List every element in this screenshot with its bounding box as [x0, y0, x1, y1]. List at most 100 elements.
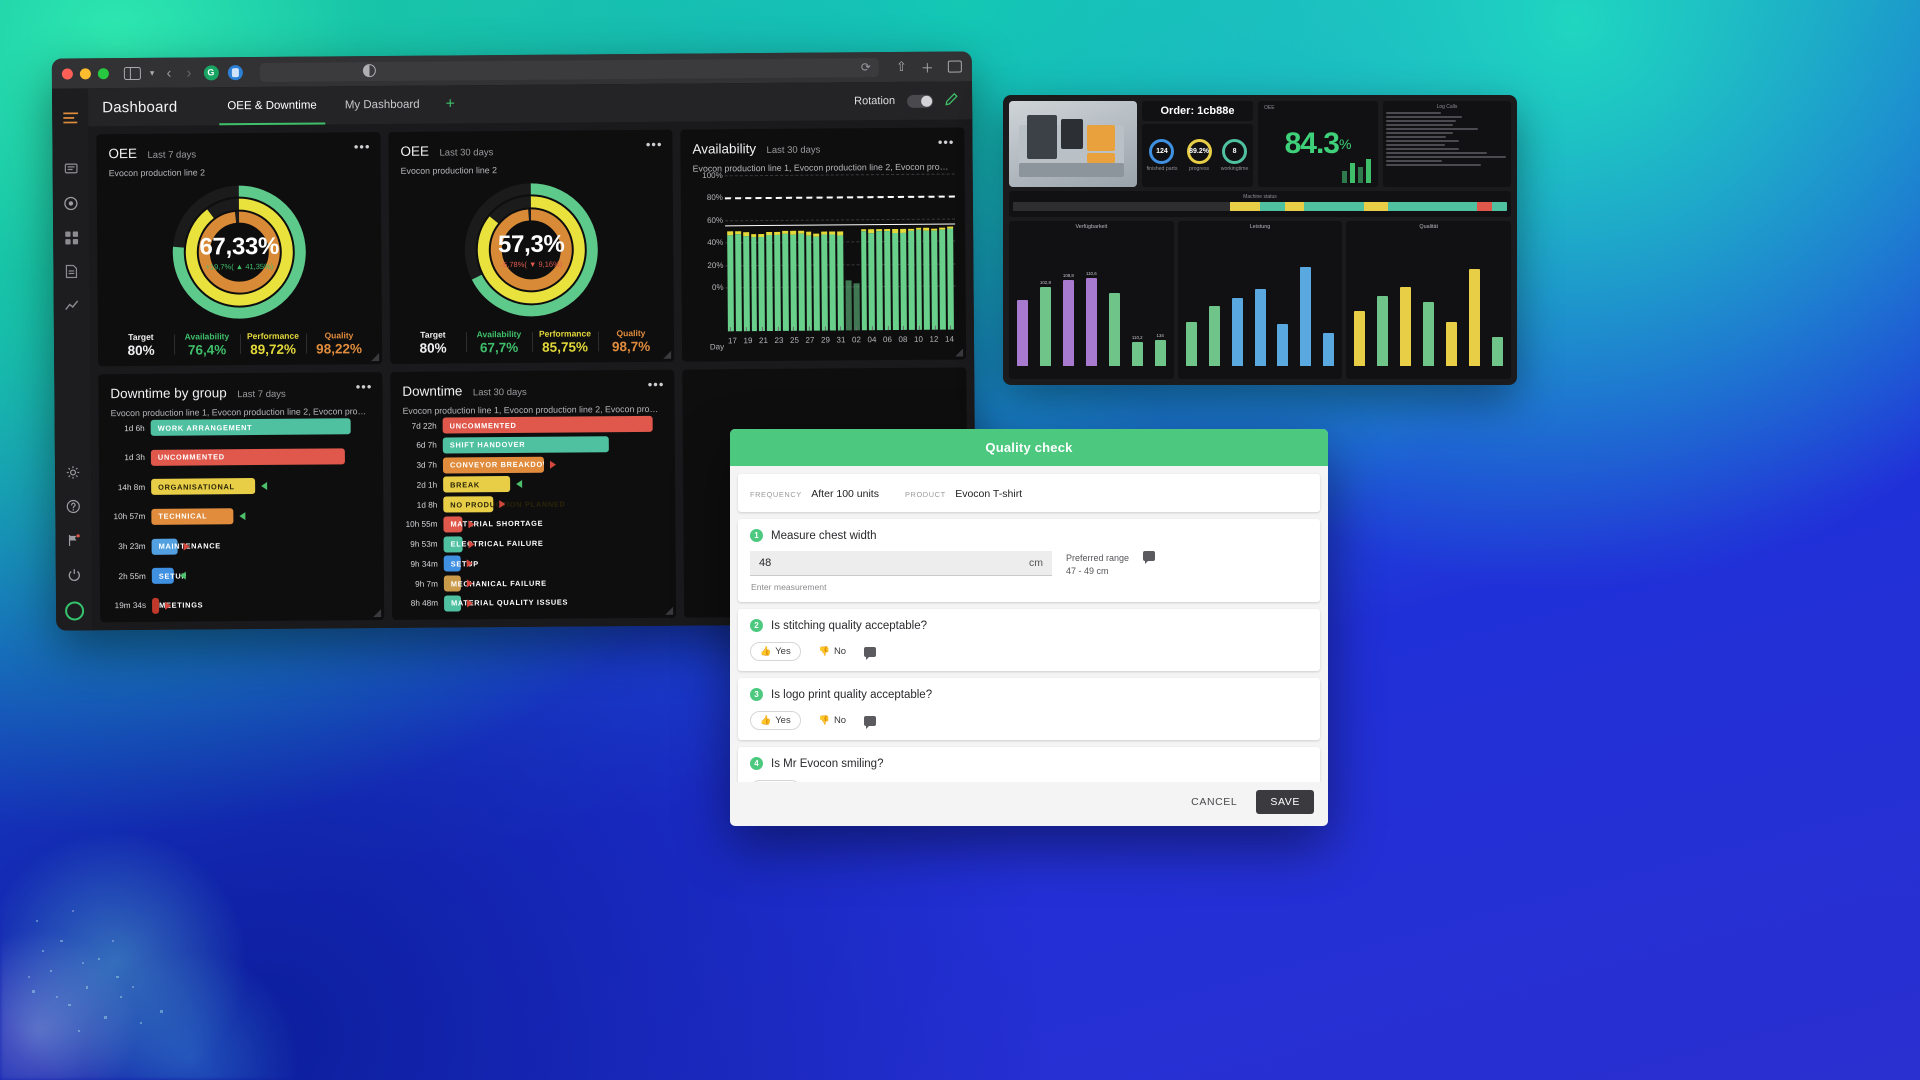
- trend-icon[interactable]: [57, 288, 87, 322]
- downtime-row[interactable]: 1d 8h NO PRODUCTION PLANNED: [399, 495, 665, 513]
- downtime-bar[interactable]: MATERIAL QUALITY ISSUES: [444, 595, 461, 611]
- availability-bar[interactable]: [900, 229, 907, 330]
- reload-icon[interactable]: ⟳: [861, 60, 871, 74]
- measurement-input[interactable]: 48 cm: [750, 551, 1052, 576]
- card-downtime-30days[interactable]: ••• Downtime Last 30 days Evocon product…: [390, 370, 676, 620]
- downtime-bar[interactable]: MEETINGS: [152, 598, 159, 614]
- availability-bar[interactable]: [892, 229, 899, 330]
- downtime-row[interactable]: 2d 1h BREAK: [399, 475, 665, 493]
- downtime-bar[interactable]: BREAK: [443, 476, 510, 493]
- availability-bar[interactable]: [774, 232, 781, 331]
- avatar[interactable]: [65, 601, 84, 620]
- downtime-bar[interactable]: UNCOMMENTED: [443, 416, 653, 434]
- availability-bar[interactable]: [876, 229, 883, 330]
- availability-bar[interactable]: [806, 232, 813, 331]
- new-tab-icon[interactable]: ＋: [921, 57, 934, 76]
- availability-bar[interactable]: [735, 232, 742, 332]
- card-oee-7days[interactable]: ••• OEE Last 7 days Evocon production li…: [96, 132, 382, 366]
- downtime-bar[interactable]: MAINTENANCE: [152, 538, 178, 554]
- downtime-row[interactable]: 10h 55m MATERIAL SHORTAGE: [399, 515, 665, 533]
- availability-bar[interactable]: [939, 228, 946, 330]
- tab-my-dashboard[interactable]: My Dashboard: [331, 86, 434, 125]
- chevron-down-icon[interactable]: ▾: [150, 67, 155, 78]
- availability-bar[interactable]: [947, 227, 954, 330]
- downtime-row[interactable]: 8h 48m MATERIAL QUALITY ISSUES: [400, 594, 666, 612]
- rotation-toggle[interactable]: [907, 94, 933, 107]
- minimize-window-button[interactable]: [80, 68, 91, 79]
- downtime-bar[interactable]: SHIFT HANDOVER: [443, 436, 609, 453]
- downtime-row[interactable]: 9h 53m ELECTRICAL FAILURE: [400, 534, 666, 552]
- gear-icon[interactable]: [58, 455, 88, 489]
- availability-bar[interactable]: [759, 234, 766, 331]
- downtime-row[interactable]: 3d 7h CONVEYOR BREAKDOWN: [399, 455, 665, 473]
- card-menu-button[interactable]: •••: [938, 138, 955, 148]
- availability-bar[interactable]: [814, 233, 821, 330]
- window-controls[interactable]: [62, 68, 109, 79]
- downtime-bar[interactable]: ELECTRICAL FAILURE: [444, 536, 463, 552]
- downtime-bar[interactable]: UNCOMMENTED: [151, 448, 345, 466]
- edit-pencil-icon[interactable]: [945, 93, 958, 109]
- measurement-field[interactable]: 48 cm Enter measurement: [750, 551, 1052, 592]
- downtime-row[interactable]: 14h 8m ORGANISATIONAL: [107, 477, 373, 495]
- downtime-row[interactable]: 1d 3h UNCOMMENTED: [107, 448, 373, 466]
- availability-bar[interactable]: [853, 283, 859, 330]
- comment-icon[interactable]: [864, 647, 876, 657]
- downtime-bar[interactable]: MECHANICAL FAILURE: [444, 576, 461, 592]
- availability-bar[interactable]: [924, 228, 931, 330]
- downtime-row[interactable]: 10h 57m TECHNICAL: [107, 507, 373, 525]
- card-resize-handle[interactable]: [663, 351, 671, 359]
- extension-icon[interactable]: [227, 65, 242, 80]
- availability-bar[interactable]: [782, 231, 789, 331]
- help-icon[interactable]: [58, 489, 88, 523]
- downtime-row[interactable]: 1d 6h WORK ARRANGEMENT: [107, 418, 373, 436]
- yes-button[interactable]: 👍 Yes: [750, 642, 801, 661]
- document-icon[interactable]: [56, 254, 86, 288]
- availability-bar[interactable]: [727, 232, 734, 332]
- downtime-bar[interactable]: TECHNICAL: [151, 508, 233, 525]
- comment-icon[interactable]: [1143, 551, 1155, 561]
- downtime-bar[interactable]: SETUP: [444, 556, 461, 572]
- availability-bar[interactable]: [884, 229, 891, 330]
- availability-bar[interactable]: [751, 234, 758, 331]
- reader-mode-icon[interactable]: [363, 64, 376, 77]
- yes-button[interactable]: 👍 Yes: [750, 711, 801, 730]
- close-window-button[interactable]: [62, 68, 73, 79]
- downtime-bar[interactable]: ORGANISATIONAL: [151, 478, 255, 495]
- availability-bar[interactable]: [908, 229, 915, 330]
- downtime-bar[interactable]: WORK ARRANGEMENT: [151, 418, 351, 436]
- availability-bar[interactable]: [766, 232, 773, 331]
- reports-icon[interactable]: [56, 152, 86, 186]
- downtime-bar[interactable]: NO PRODUCTION PLANNED: [443, 496, 494, 512]
- availability-bar[interactable]: [798, 231, 805, 331]
- no-button[interactable]: 👎 No: [810, 643, 855, 660]
- add-dashboard-button[interactable]: +: [434, 95, 467, 113]
- downtime-bar[interactable]: MATERIAL SHORTAGE: [443, 516, 462, 532]
- card-menu-button[interactable]: •••: [356, 382, 373, 392]
- maximize-window-button[interactable]: [98, 68, 109, 79]
- card-resize-handle[interactable]: [955, 348, 963, 356]
- back-button[interactable]: ‹: [163, 64, 174, 81]
- downtime-bar[interactable]: SETUP: [152, 568, 174, 584]
- availability-bar[interactable]: [931, 229, 938, 330]
- forward-button[interactable]: ›: [183, 64, 194, 81]
- card-resize-handle[interactable]: [665, 607, 673, 615]
- share-icon[interactable]: ⇧: [896, 59, 907, 75]
- card-resize-handle[interactable]: [373, 609, 381, 617]
- grid-icon[interactable]: [56, 220, 86, 254]
- downtime-bar[interactable]: CONVEYOR BREAKDOWN: [443, 456, 544, 473]
- card-menu-button[interactable]: •••: [646, 140, 663, 150]
- availability-bar[interactable]: [821, 232, 828, 331]
- downtime-row[interactable]: 6d 7h SHIFT HANDOVER: [399, 436, 665, 454]
- availability-bar[interactable]: [916, 228, 923, 330]
- card-oee-30days[interactable]: ••• OEE Last 30 days Evocon production l…: [388, 130, 674, 364]
- availability-bar[interactable]: [829, 232, 836, 331]
- address-bar[interactable]: ⟳: [259, 58, 879, 82]
- power-icon[interactable]: [59, 557, 89, 591]
- card-availability[interactable]: ••• Availability Last 30 days Evocon pro…: [680, 127, 966, 361]
- downtime-row[interactable]: 7d 22h UNCOMMENTED: [399, 416, 665, 434]
- sidebar-toggle-icon[interactable]: [124, 66, 141, 79]
- downtime-row[interactable]: 9h 34m SETUP: [400, 554, 666, 572]
- flag-icon[interactable]: [58, 523, 88, 557]
- availability-bar[interactable]: [869, 229, 876, 330]
- downtime-row[interactable]: 19m 34s MEETINGS: [108, 596, 374, 614]
